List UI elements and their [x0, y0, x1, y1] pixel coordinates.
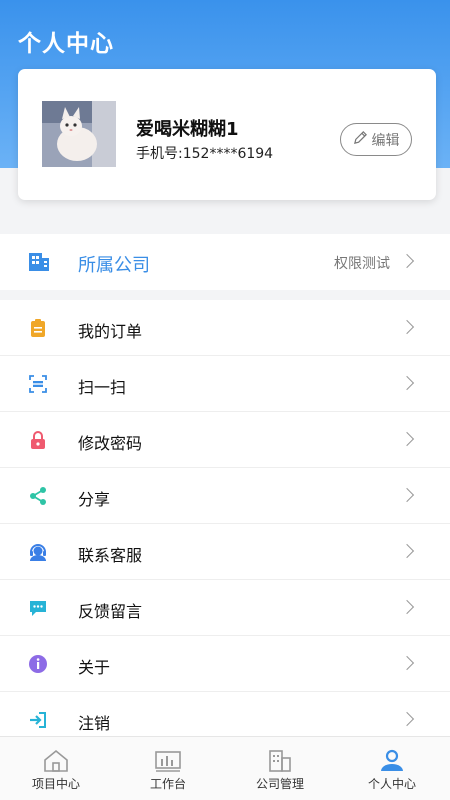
company-value: 权限测试	[334, 256, 390, 272]
edit-profile-button[interactable]: 编辑	[340, 123, 412, 156]
bottom-tab-bar: 项目中心 工作台 公司管理 个人中心	[0, 736, 450, 800]
chevron-right-icon	[399, 599, 415, 615]
home-icon	[42, 749, 70, 777]
menu-item-label: 反馈留言	[78, 602, 143, 621]
chevron-right-icon	[399, 655, 415, 671]
share-icon	[28, 486, 48, 506]
chevron-right-icon	[399, 543, 415, 559]
menu-list: 我的订单 扫一扫 修改密码 分享 联系客服 反馈留言 关于 注销	[0, 300, 450, 748]
order-icon	[28, 318, 48, 338]
profile-icon	[378, 749, 406, 777]
building-icon	[266, 749, 294, 777]
tab-label: 项目中心	[31, 777, 80, 791]
info-icon	[28, 654, 48, 674]
tab-label: 工作台	[149, 777, 186, 791]
feedback-icon	[28, 598, 48, 618]
chevron-right-icon	[399, 431, 415, 447]
customer-service-icon	[28, 542, 48, 562]
company-row[interactable]: 所属公司 权限测试	[0, 234, 450, 290]
edit-label: 编辑	[371, 132, 400, 149]
company-label: 所属公司	[78, 255, 150, 276]
menu-item-about[interactable]: 关于	[0, 636, 450, 692]
menu-item-feedback[interactable]: 反馈留言	[0, 580, 450, 636]
menu-item-customer-service[interactable]: 联系客服	[0, 524, 450, 580]
menu-item-label: 我的订单	[78, 322, 143, 341]
menu-item-label: 修改密码	[78, 434, 143, 453]
menu-item-orders[interactable]: 我的订单	[0, 300, 450, 356]
tab-workbench[interactable]: 工作台	[112, 737, 224, 800]
menu-item-label: 分享	[78, 490, 111, 509]
chevron-right-icon	[399, 253, 415, 269]
tab-project-center[interactable]: 项目中心	[0, 737, 112, 800]
company-icon	[28, 251, 50, 277]
menu-item-scan[interactable]: 扫一扫	[0, 356, 450, 412]
profile-card: 爱喝米糊糊1 手机号:152****6194 编辑	[18, 69, 436, 200]
menu-item-label: 扫一扫	[78, 378, 127, 397]
menu-item-change-password[interactable]: 修改密码	[0, 412, 450, 468]
user-name: 爱喝米糊糊1	[136, 119, 239, 140]
chevron-right-icon	[399, 375, 415, 391]
menu-item-label: 注销	[78, 714, 111, 733]
workbench-icon	[154, 749, 182, 777]
scan-icon	[28, 374, 48, 394]
tab-label: 公司管理	[255, 777, 304, 791]
tab-label: 个人中心	[367, 777, 416, 791]
logout-icon	[28, 710, 48, 730]
page-title: 个人中心	[18, 31, 114, 57]
tab-company-management[interactable]: 公司管理	[224, 737, 336, 800]
chevron-right-icon	[399, 711, 415, 727]
user-phone: 手机号:152****6194	[136, 146, 274, 162]
chevron-right-icon	[399, 487, 415, 503]
menu-item-share[interactable]: 分享	[0, 468, 450, 524]
menu-item-label: 联系客服	[78, 546, 143, 565]
chevron-right-icon	[399, 319, 415, 335]
pencil-icon	[353, 130, 368, 149]
tab-personal-center[interactable]: 个人中心	[336, 737, 448, 800]
lock-icon	[28, 430, 48, 450]
menu-item-label: 关于	[78, 658, 111, 677]
avatar[interactable]	[42, 101, 116, 167]
